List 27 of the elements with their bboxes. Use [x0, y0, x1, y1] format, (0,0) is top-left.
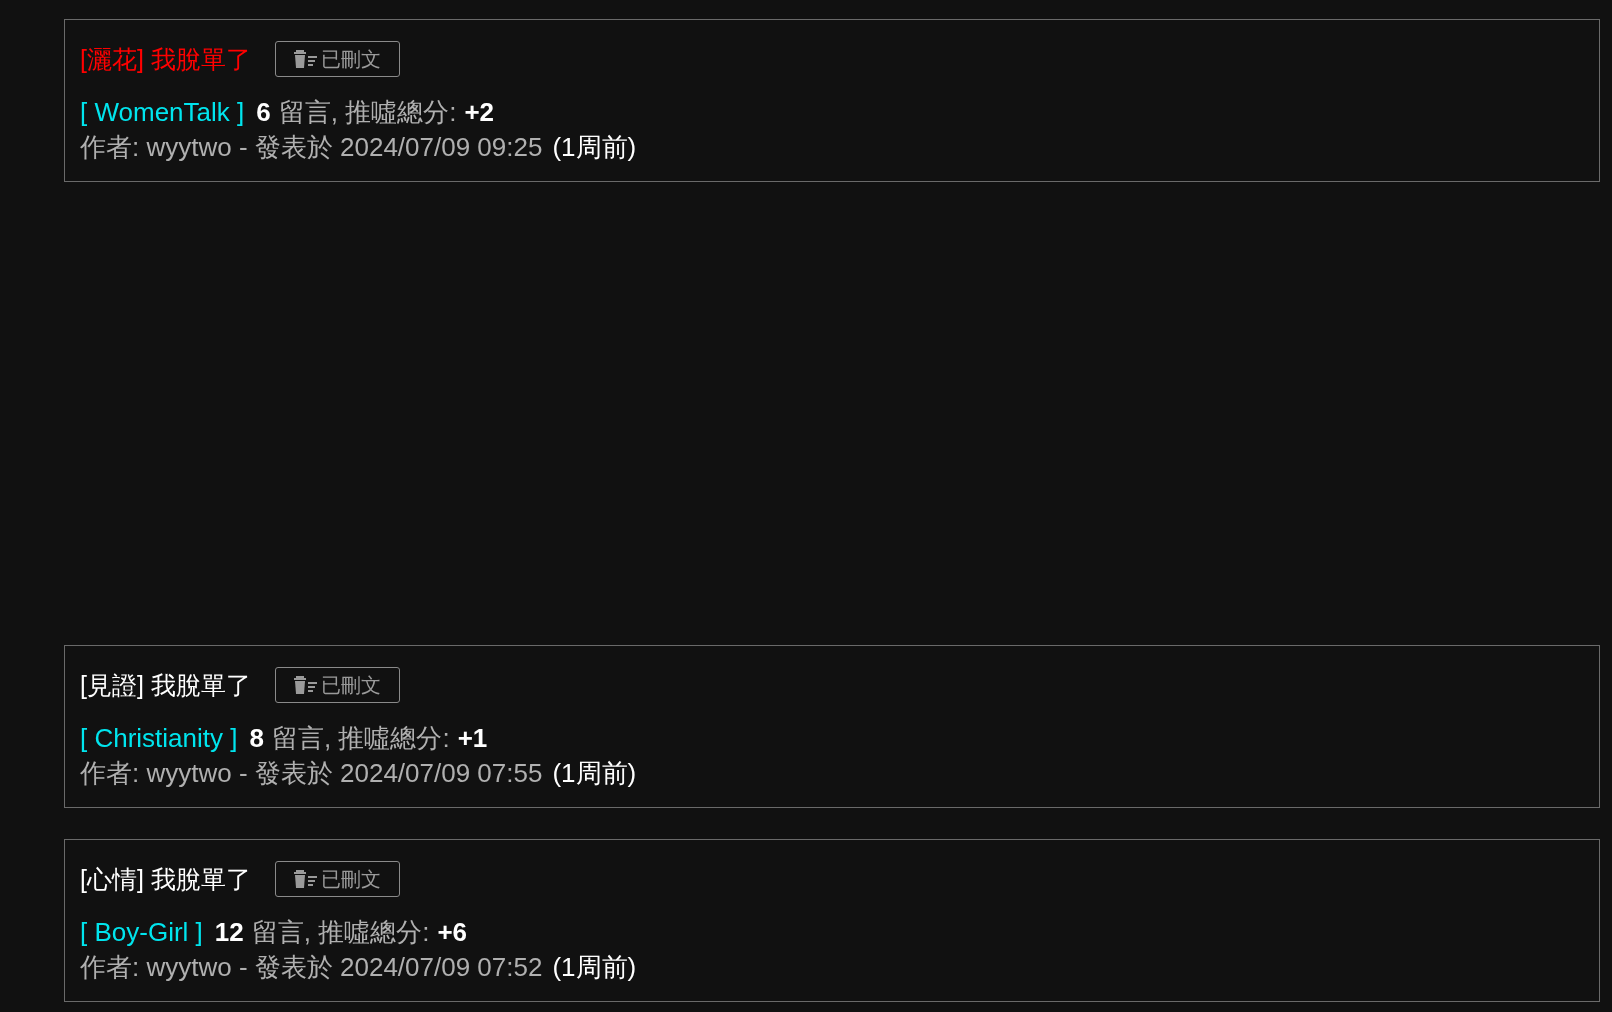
- post-age: (1周前): [552, 131, 637, 164]
- trash-icon: [293, 675, 320, 695]
- comment-count: 8: [249, 722, 264, 755]
- deleted-button[interactable]: 已刪文: [274, 41, 400, 77]
- push-score: +1: [457, 722, 488, 755]
- push-score: +2: [464, 96, 495, 129]
- post-title[interactable]: [心情] 我脫單了: [80, 861, 251, 897]
- post-age: (1周前): [552, 951, 637, 984]
- comment-label: 留言, 推噓總分:: [271, 722, 450, 755]
- deleted-button[interactable]: 已刪文: [274, 861, 400, 897]
- post-byline: 作者: wyytwo - 發表於 2024/07/09 07:55: [80, 757, 543, 790]
- comment-count: 12: [214, 916, 244, 949]
- board-link[interactable]: [ WomenTalk ]: [80, 93, 245, 132]
- board-link[interactable]: [ Christianity ]: [80, 719, 238, 758]
- post-title[interactable]: [見證] 我脫單了: [80, 667, 251, 703]
- post-title[interactable]: [灑花] 我脫單了: [80, 41, 251, 77]
- comment-count: 6: [256, 96, 271, 129]
- trash-icon: [293, 869, 320, 889]
- board-link[interactable]: [ Boy-Girl ]: [80, 913, 203, 952]
- post-byline: 作者: wyytwo - 發表於 2024/07/09 09:25: [80, 131, 543, 164]
- post-age: (1周前): [552, 757, 637, 790]
- deleted-button[interactable]: 已刪文: [274, 667, 400, 703]
- comment-label: 留言, 推噓總分:: [278, 96, 457, 129]
- post-byline: 作者: wyytwo - 發表於 2024/07/09 07:52: [80, 951, 543, 984]
- comment-label: 留言, 推噓總分:: [251, 916, 430, 949]
- push-score: +6: [437, 916, 468, 949]
- trash-icon: [293, 49, 320, 69]
